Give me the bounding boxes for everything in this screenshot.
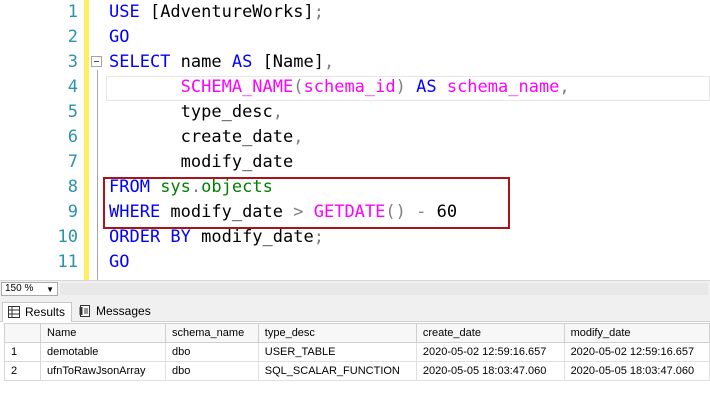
code-token: modify_date	[201, 227, 314, 247]
code-token: ;	[313, 2, 324, 22]
code-line[interactable]: create_date,	[109, 125, 304, 150]
line-number: 1	[67, 2, 78, 22]
column-header[interactable]: create_date	[415, 323, 565, 343]
collapse-icon[interactable]	[91, 56, 102, 67]
line-number: 10	[57, 227, 78, 247]
table-cell[interactable]: dbo	[165, 342, 259, 362]
code-line[interactable]: modify_date	[109, 150, 294, 175]
table-cell[interactable]: 2020-05-02 12:59:16.657	[563, 342, 710, 362]
line-number: 4	[67, 77, 78, 97]
code-token: ,	[323, 52, 335, 72]
highlight-box	[103, 177, 510, 229]
code-line[interactable]: SELECT name AS [Name],	[109, 50, 334, 75]
line-number: 7	[67, 152, 78, 172]
code-token: ORDER BY	[109, 227, 202, 247]
code-line[interactable]: GO	[109, 25, 129, 50]
code-token: [Name]	[262, 52, 324, 72]
code-token: ,	[559, 77, 570, 97]
row-header-corner[interactable]	[3, 323, 42, 343]
table-cell[interactable]: demotable	[40, 342, 167, 362]
change-tracking-bar	[84, 0, 89, 280]
line-number: 2	[67, 27, 78, 47]
code-token: (	[293, 77, 304, 97]
code-token: schema_id	[303, 77, 396, 97]
code-token: ,	[293, 127, 304, 147]
results-tab-bar: Results Messages	[0, 297, 710, 322]
code-token: ,	[272, 102, 284, 122]
table-cell[interactable]: dbo	[165, 361, 259, 381]
code-token: schema_name	[446, 77, 560, 97]
table-cell[interactable]: 2020-05-05 18:03:47.060	[563, 361, 710, 381]
column-header[interactable]: modify_date	[563, 323, 710, 343]
table-cell[interactable]: SQL_SCALAR_FUNCTION	[257, 361, 417, 381]
code-token: name	[180, 52, 232, 72]
row-number[interactable]: 1	[3, 342, 42, 362]
results-table: Name schema_name type_desc create_date modif…	[3, 323, 710, 381]
line-number: 6	[67, 127, 78, 147]
code-line[interactable]: SCHEMA_NAME(schema_id) AS schema_name,	[109, 75, 570, 100]
tab-results-label: Results	[25, 305, 66, 319]
horizontal-scrollbar[interactable]	[60, 283, 708, 295]
tab-messages[interactable]: Messages	[74, 302, 151, 322]
code-token: AS	[231, 52, 263, 72]
header-row: Name schema_name type_desc create_date modif…	[3, 323, 710, 343]
line-number: 3	[67, 52, 78, 72]
code-line[interactable]: GO	[109, 250, 129, 275]
code-token: [AdventureWorks]	[149, 2, 314, 22]
tab-results[interactable]: Results	[2, 302, 72, 322]
column-header[interactable]: Name	[40, 323, 167, 343]
results-grid[interactable]: Name schema_name type_desc create_date modif…	[0, 322, 710, 404]
line-number: 8	[67, 177, 78, 197]
code-token: SCHEMA_NAME	[180, 77, 294, 97]
code-token: AS	[416, 77, 447, 97]
code-line[interactable]: USE [AdventureWorks];	[109, 0, 324, 25]
code-token: GO	[109, 27, 130, 47]
code-line[interactable]: type_desc,	[109, 100, 283, 125]
code-token: create_date	[180, 127, 294, 147]
messages-icon	[79, 305, 90, 317]
row-number[interactable]: 2	[3, 361, 42, 381]
code-token: type_desc	[180, 102, 273, 122]
chevron-down-icon: ▼	[46, 285, 54, 294]
column-header[interactable]: type_desc	[257, 323, 417, 343]
line-number: 11	[57, 252, 78, 272]
outline-line	[97, 70, 98, 280]
line-number-gutter: 1 2 3 4 5 6 7 8 9 10 11	[0, 0, 84, 280]
line-number: 5	[67, 102, 78, 122]
tab-messages-label: Messages	[96, 304, 151, 318]
code-token: USE	[109, 2, 150, 22]
table-row[interactable]: 1 demotable dbo USER_TABLE 2020-05-02 12:59:…	[3, 342, 710, 362]
code-token: modify_date	[180, 152, 294, 172]
table-cell[interactable]: USER_TABLE	[257, 342, 417, 362]
column-header[interactable]: schema_name	[165, 323, 259, 343]
table-row[interactable]: 2 ufnToRawJsonArray dbo SQL_SCALAR_FUNCTION…	[3, 361, 710, 381]
query-editor[interactable]: 1 2 3 4 5 6 7 8 9 10 11 USE [AdventureWorks]; GO SEL…	[0, 0, 710, 280]
grid-icon	[8, 306, 20, 318]
line-number: 9	[67, 202, 78, 222]
code-token: GO	[109, 252, 130, 272]
code-token: )	[395, 77, 417, 97]
code-token: ;	[313, 227, 324, 247]
table-cell[interactable]: 2020-05-02 12:59:16.657	[415, 342, 565, 362]
zoom-dropdown[interactable]: 150 % ▼	[1, 282, 58, 296]
editor-status-bar: 150 % ▼	[0, 280, 710, 297]
code-token: SELECT	[109, 52, 181, 72]
zoom-value: 150 %	[5, 283, 34, 294]
table-cell[interactable]: 2020-05-05 18:03:47.060	[415, 361, 565, 381]
table-cell[interactable]: ufnToRawJsonArray	[40, 361, 167, 381]
